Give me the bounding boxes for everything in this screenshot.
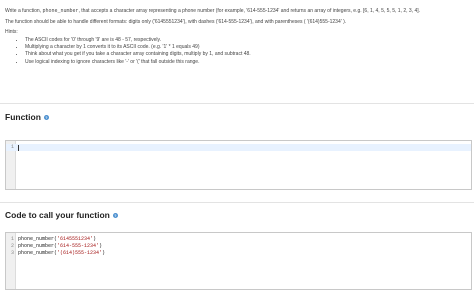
code-text: phone_number('6145551234') [18,236,97,242]
call-editor[interactable]: 1 phone_number('6145551234') 2 phone_num… [5,232,472,290]
problem-intro: Write a function, phone_number, that acc… [5,8,421,14]
call-section-title: Code to call your function ? [5,210,118,220]
function-editor[interactable]: 1 [5,140,472,190]
editor-line[interactable]: 2 phone_number('614-555-1234') [6,243,471,250]
section-divider [0,103,474,104]
hint-item: Multiplying a character by 1 converts it… [25,44,470,51]
section-divider [0,202,474,203]
hints-label: Hints: [5,29,18,35]
help-icon[interactable]: ? [43,114,49,120]
line-number: 3 [10,250,14,256]
hint-item: Think about what you get if you take a c… [25,51,470,58]
editor-line[interactable]: 1 [6,144,471,151]
problem-formats: The function should be able to handle di… [5,19,347,25]
text-cursor [18,144,19,151]
hint-item: The ASCII codes for '0' through '9' are … [25,37,470,44]
code-text: phone_number('(614)555-1234') [18,250,106,256]
editor-line[interactable]: 3 phone_number('(614)555-1234') [6,250,471,257]
problem-description: Write a function, phone_number, that acc… [5,6,470,66]
code-text: phone_number('614-555-1234') [18,243,103,249]
help-icon[interactable]: ? [112,212,118,218]
function-name: phone_number [42,8,79,14]
line-number: 2 [10,243,14,249]
hint-item: Use logical indexing to ignore character… [25,59,470,66]
hints-list: The ASCII codes for '0' through '9' are … [5,37,470,66]
editor-line[interactable]: 1 phone_number('6145551234') [6,236,471,243]
line-number: 1 [10,144,14,150]
function-section-title: Function ? [5,112,49,122]
line-number: 1 [10,236,14,242]
